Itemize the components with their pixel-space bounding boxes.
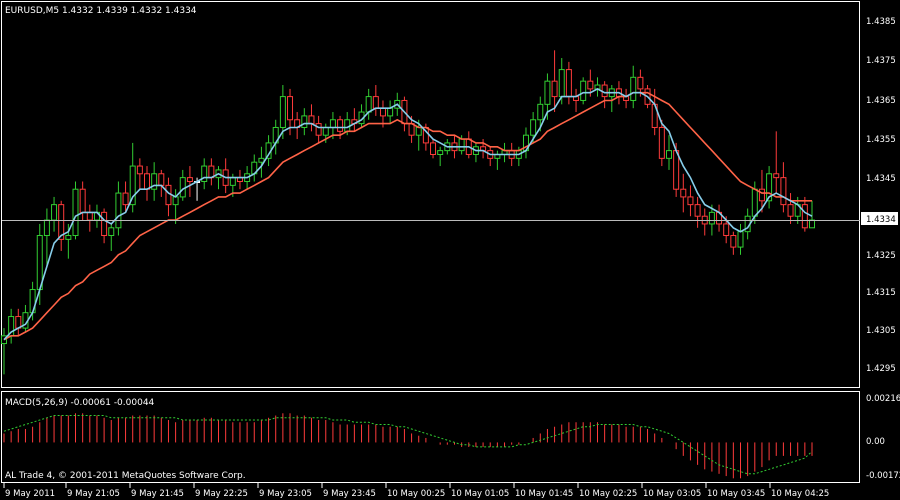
candle-body <box>673 150 680 190</box>
candle-body <box>587 80 594 90</box>
candle-body <box>780 177 787 206</box>
candle-body <box>558 69 565 98</box>
candle-body <box>229 177 236 186</box>
time-label: 10 May 00:25 <box>387 489 445 499</box>
candle-body <box>630 76 637 101</box>
candle-body <box>809 219 815 229</box>
candle-body <box>86 211 93 221</box>
candle-body <box>43 219 50 237</box>
candle-body <box>101 211 108 237</box>
macd-tick: -0.00172 <box>866 471 900 481</box>
candle-body <box>730 235 737 248</box>
candle-body <box>637 76 644 90</box>
price-tick: 1.4315 <box>866 288 896 298</box>
candle-body <box>787 204 794 217</box>
candle-body <box>601 84 608 98</box>
candle-body <box>186 177 193 182</box>
candle-body <box>79 188 86 213</box>
candle-body <box>379 107 386 117</box>
candle-body <box>544 80 551 105</box>
candle-body <box>565 69 572 98</box>
candle-body <box>551 80 558 98</box>
candle-body <box>372 96 379 109</box>
candle-body <box>737 231 744 248</box>
candle-body <box>658 126 665 159</box>
candle-body <box>694 204 701 217</box>
candle-body <box>51 204 58 221</box>
candle-body <box>136 165 143 175</box>
candle-body <box>687 196 694 206</box>
candle-body <box>751 188 758 217</box>
candle-body <box>530 119 537 136</box>
candle-body <box>758 188 765 202</box>
price-tick: 1.4375 <box>866 56 896 66</box>
candle-body <box>301 115 308 128</box>
current-price-badge: 1.4334 <box>861 212 898 225</box>
price-tick: 1.4345 <box>866 174 896 184</box>
time-label: 10 May 01:45 <box>515 489 573 499</box>
candle-body <box>72 188 79 237</box>
candle-body <box>680 188 687 198</box>
candle <box>580 77 587 105</box>
price-tick: 1.4385 <box>866 17 896 27</box>
candle-body <box>165 184 172 206</box>
candle-body <box>458 138 465 152</box>
candle-body <box>337 119 344 132</box>
candle-body <box>801 204 808 229</box>
copyright-text: AL Trade 4, © 2001-2011 MetaQuotes Softw… <box>5 471 246 481</box>
candle-body <box>108 227 115 237</box>
candle-body <box>415 126 422 136</box>
time-label: 10 May 02:25 <box>579 489 637 499</box>
candle-body <box>344 119 351 132</box>
candle-body <box>144 173 151 190</box>
candle-body <box>158 173 165 186</box>
macd-tick: 0.00216 <box>866 394 900 404</box>
price-tick: 1.4355 <box>866 135 896 145</box>
candle-body <box>537 103 544 121</box>
candle-body <box>179 177 186 198</box>
price-tick: 1.4295 <box>866 364 896 374</box>
symbol-info: EURUSD,M5 1.4332 1.4339 1.4332 1.4334 <box>5 6 197 16</box>
candle-body <box>665 150 672 159</box>
price-tick: 1.4305 <box>866 326 896 336</box>
candle-body <box>437 150 444 155</box>
candle-body <box>279 96 286 128</box>
candle-body <box>430 142 437 155</box>
candle-body <box>322 126 329 136</box>
time-label: 10 May 01:05 <box>451 489 509 499</box>
time-label: 10 May 03:45 <box>707 489 765 499</box>
price-tick: 1.4325 <box>866 251 896 261</box>
current-price-value: 1.4334 <box>866 215 896 225</box>
candle <box>72 181 79 240</box>
price-tick: 1.4365 <box>866 96 896 106</box>
candle-body <box>365 96 372 113</box>
macd-tick: 0.00 <box>866 437 885 447</box>
time-label: 9 May 21:05 <box>67 489 120 499</box>
candle-body <box>329 119 336 128</box>
time-label: 9 May 23:05 <box>259 489 312 499</box>
candle-body <box>287 96 294 121</box>
chart-background <box>0 0 900 500</box>
candle-body <box>580 80 587 101</box>
time-label: 10 May 04:25 <box>771 489 829 499</box>
candle-body <box>65 235 72 240</box>
candle-body <box>258 157 265 163</box>
candle-body <box>308 115 315 125</box>
candle-body <box>773 173 780 179</box>
candle-body <box>387 107 394 117</box>
candle-body <box>723 223 730 237</box>
candle-body <box>115 192 122 229</box>
candle-body <box>122 192 129 206</box>
time-label: 9 May 21:45 <box>131 489 184 499</box>
candle-body <box>708 211 715 225</box>
macd-info: MACD(5,26,9) -0.00061 -0.00044 <box>5 398 155 408</box>
time-label: 9 May 2011 <box>5 489 55 499</box>
time-label: 9 May 22:25 <box>195 489 248 499</box>
time-label: 10 May 03:05 <box>643 489 701 499</box>
candle-body <box>315 123 322 136</box>
trading-chart[interactable]: 1.4385 1.4375 1.4365 1.4355 1.4345 1.432… <box>0 0 900 500</box>
time-label: 9 May 23:45 <box>323 489 376 499</box>
candle-body <box>172 196 179 206</box>
